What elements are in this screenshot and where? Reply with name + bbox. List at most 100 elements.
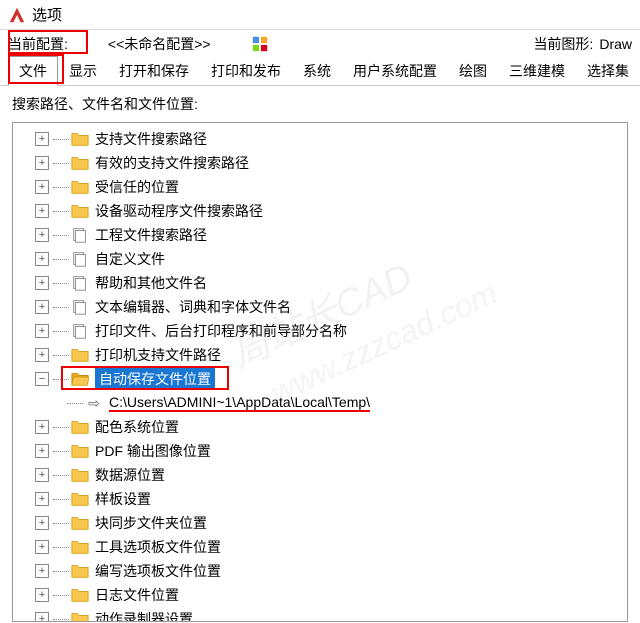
folder-icon xyxy=(71,179,89,195)
tree-item-label: 支持文件搜索路径 xyxy=(95,129,207,149)
tree-item[interactable]: + 日志文件位置 xyxy=(17,583,623,607)
tab-user-prefs[interactable]: 用户系统配置 xyxy=(342,56,448,85)
tree-item-label: 自定义文件 xyxy=(95,249,165,269)
expand-icon[interactable]: + xyxy=(35,228,49,242)
folder-icon xyxy=(71,347,89,363)
folder-open-icon xyxy=(71,371,89,387)
tree-item[interactable]: +帮助和其他文件名 xyxy=(17,271,623,295)
tree-item[interactable]: + 受信任的位置 xyxy=(17,175,623,199)
tree-item-label: 工具选项板文件位置 xyxy=(95,537,221,557)
tree-connector xyxy=(53,619,69,620)
tab-file[interactable]: 文件 xyxy=(8,56,58,86)
tree-connector xyxy=(53,355,69,356)
file-tree[interactable]: + 支持文件搜索路径 + 有效的支持文件搜索路径 + 受信任的位置+设备驱动程序文件搜索路… xyxy=(12,122,628,622)
tree-item-label: 打印机支持文件路径 xyxy=(95,345,221,365)
tab-display[interactable]: 显示 xyxy=(58,56,108,85)
tree-connector xyxy=(53,379,69,380)
tree-item[interactable]: +PDF 输出图像位置 xyxy=(17,439,623,463)
tree-item[interactable]: +动作录制器设置 xyxy=(17,607,623,622)
expand-icon[interactable]: + xyxy=(35,420,49,434)
tree-item-label: 有效的支持文件搜索路径 xyxy=(95,153,249,173)
tree-item[interactable]: +设备驱动程序文件搜索路径 xyxy=(17,199,623,223)
expand-icon[interactable]: + xyxy=(35,204,49,218)
tree-item[interactable]: + 打印机支持文件路径 xyxy=(17,343,623,367)
tree-item[interactable]: + 文本编辑器、词典和字体文件名 xyxy=(17,295,623,319)
tab-drafting[interactable]: 绘图 xyxy=(448,56,498,85)
tree-connector xyxy=(53,331,69,332)
tree-item-label: 工程文件搜索路径 xyxy=(95,225,207,245)
expand-icon[interactable]: + xyxy=(35,156,49,170)
tree-item-label: 编写选项板文件位置 xyxy=(95,561,221,581)
expand-icon[interactable]: + xyxy=(35,444,49,458)
stack-icon xyxy=(71,251,89,267)
current-config-value: <<未命名配置>> xyxy=(108,34,211,54)
tab-plot-publish[interactable]: 打印和发布 xyxy=(200,56,292,85)
tree-connector xyxy=(53,499,69,500)
tree-item-label: 配色系统位置 xyxy=(95,417,179,437)
tab-3d-modeling[interactable]: 三维建模 xyxy=(498,56,576,85)
tree-item[interactable]: + 配色系统位置 xyxy=(17,415,623,439)
tree-item[interactable]: + 有效的支持文件搜索路径 xyxy=(17,151,623,175)
tree-connector xyxy=(53,283,69,284)
tree-item[interactable]: + 数据源位置 xyxy=(17,463,623,487)
expand-icon[interactable]: + xyxy=(35,492,49,506)
folder-icon xyxy=(71,203,89,219)
tree-connector xyxy=(53,595,69,596)
expand-icon[interactable]: + xyxy=(35,348,49,362)
tree-item-label: 数据源位置 xyxy=(95,465,165,485)
expand-icon[interactable]: + xyxy=(35,588,49,602)
tree-item[interactable]: −自动保存文件位置 xyxy=(17,367,623,391)
tree-item[interactable]: + 自定义文件 xyxy=(17,247,623,271)
tree-connector xyxy=(53,211,69,212)
folder-icon xyxy=(71,539,89,555)
expand-icon[interactable]: + xyxy=(35,252,49,266)
tree-connector xyxy=(67,403,83,404)
tree-connector xyxy=(53,139,69,140)
expand-icon[interactable]: + xyxy=(35,132,49,146)
title-bar: 选项 xyxy=(0,0,640,30)
expand-icon[interactable]: + xyxy=(35,564,49,578)
folder-icon xyxy=(71,587,89,603)
tree-item-label: 受信任的位置 xyxy=(95,177,179,197)
tree-item-label: 文本编辑器、词典和字体文件名 xyxy=(95,297,291,317)
tree-item-label: 块同步文件夹位置 xyxy=(95,513,207,533)
expand-icon[interactable]: + xyxy=(35,300,49,314)
window-title: 选项 xyxy=(32,4,62,25)
tree-item[interactable]: + 工程文件搜索路径 xyxy=(17,223,623,247)
folder-icon xyxy=(71,563,89,579)
expand-icon[interactable]: + xyxy=(35,180,49,194)
tab-selection[interactable]: 选择集 xyxy=(576,56,640,85)
folder-icon xyxy=(71,419,89,435)
collapse-icon[interactable]: − xyxy=(35,372,49,386)
folder-icon xyxy=(71,611,89,622)
tree-item[interactable]: +样板设置 xyxy=(17,487,623,511)
tree-connector xyxy=(53,163,69,164)
expand-icon[interactable]: + xyxy=(35,516,49,530)
tree-connector xyxy=(53,235,69,236)
tree-item-label: 日志文件位置 xyxy=(95,585,179,605)
tree-item-label: 打印文件、后台打印程序和前导部分名称 xyxy=(95,321,347,341)
tree-item[interactable]: + 块同步文件夹位置 xyxy=(17,511,623,535)
tab-open-save[interactable]: 打开和保存 xyxy=(108,56,200,85)
expand-icon[interactable]: + xyxy=(35,468,49,482)
expand-icon[interactable]: + xyxy=(35,324,49,338)
tree-item[interactable]: + 打印文件、后台打印程序和前导部分名称 xyxy=(17,319,623,343)
stack-icon xyxy=(71,275,89,291)
tree-item[interactable]: + 支持文件搜索路径 xyxy=(17,127,623,151)
expand-icon[interactable]: + xyxy=(35,540,49,554)
tree-item[interactable]: + 编写选项板文件位置 xyxy=(17,559,623,583)
tree-child-item[interactable]: ⇨C:\Users\ADMINI~1\AppData\Local\Temp\ xyxy=(17,391,623,415)
expand-icon[interactable]: + xyxy=(35,276,49,290)
stack-icon xyxy=(71,323,89,339)
tree-item[interactable]: + 工具选项板文件位置 xyxy=(17,535,623,559)
app-logo-icon xyxy=(8,6,26,24)
tree-connector xyxy=(53,547,69,548)
folder-icon xyxy=(71,515,89,531)
drawing-icon xyxy=(251,35,269,53)
tree-connector xyxy=(53,427,69,428)
expand-icon[interactable]: + xyxy=(35,612,49,622)
tree-path-label: C:\Users\ADMINI~1\AppData\Local\Temp\ xyxy=(109,394,370,412)
section-label: 搜索路径、文件名和文件位置: xyxy=(0,86,640,118)
tree-connector xyxy=(53,307,69,308)
tab-system[interactable]: 系统 xyxy=(292,56,342,85)
